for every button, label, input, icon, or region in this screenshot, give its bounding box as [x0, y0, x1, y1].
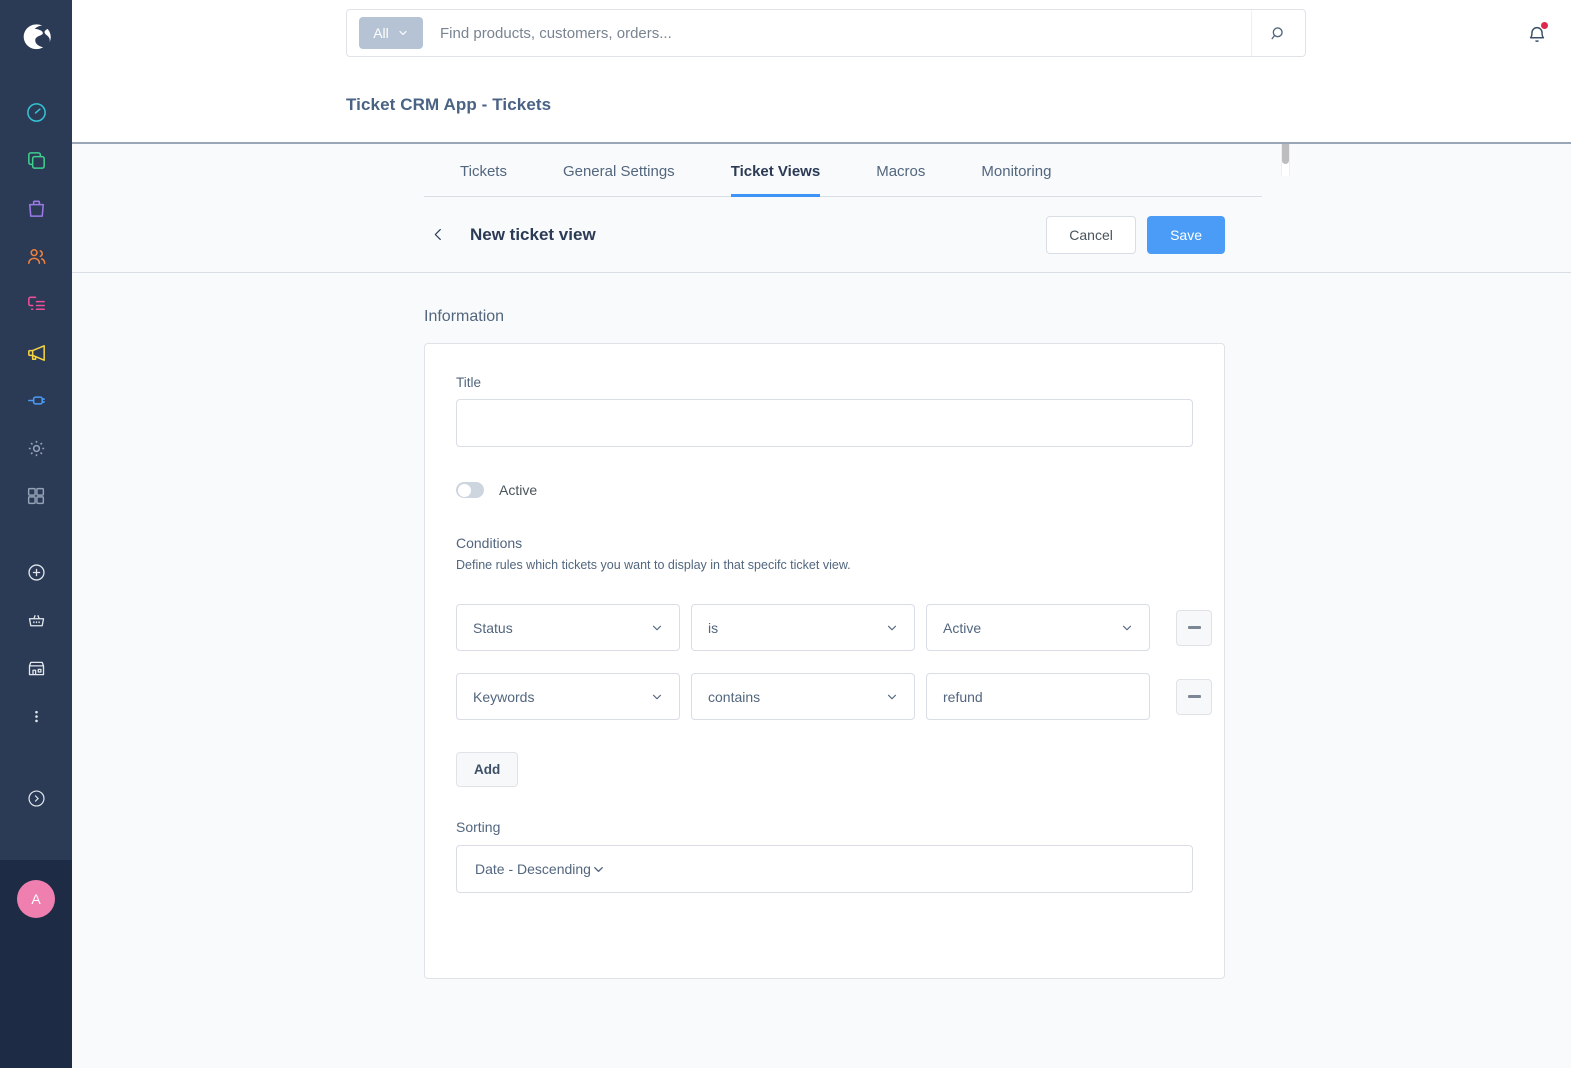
condition-operator-select[interactable]: is	[691, 604, 915, 651]
condition-row: Status is Active	[456, 604, 1212, 651]
page-title-bar: Ticket CRM App - Tickets	[72, 67, 1571, 144]
search-scope-label: All	[373, 25, 389, 41]
shopware-logo[interactable]	[0, 0, 72, 70]
notifications-button[interactable]	[1520, 18, 1554, 52]
tab-general-settings[interactable]: General Settings	[563, 163, 675, 197]
sorting-value: Date - Descending	[475, 861, 591, 877]
content-scroll-area: Tickets General Settings Ticket Views Ma…	[72, 144, 1571, 1068]
title-input[interactable]	[456, 399, 1193, 447]
search-submit-button[interactable]	[1251, 10, 1305, 56]
chevron-down-icon	[887, 625, 897, 630]
detail-header: New ticket view Cancel Save	[72, 197, 1571, 273]
minus-icon	[1187, 695, 1201, 698]
tab-monitoring[interactable]: Monitoring	[981, 163, 1051, 197]
condition-value-select[interactable]: Active	[926, 604, 1150, 651]
conditions-label: Conditions	[456, 535, 523, 551]
back-button[interactable]	[424, 221, 452, 249]
condition-field-select[interactable]: Keywords	[456, 673, 680, 720]
search-input[interactable]	[440, 24, 1251, 42]
chevron-left-icon	[434, 228, 441, 241]
remove-condition-button[interactable]	[1176, 678, 1212, 715]
chevron-down-icon	[399, 30, 407, 36]
sidebar-item-orders[interactable]	[0, 184, 72, 232]
search-scope-dropdown[interactable]: All	[359, 17, 423, 49]
avatar[interactable]: A	[17, 880, 55, 918]
condition-row: Keywords contains	[456, 673, 1212, 720]
active-toggle[interactable]	[456, 482, 484, 498]
notification-badge	[1540, 21, 1549, 30]
minus-icon	[1187, 626, 1201, 629]
save-button[interactable]: Save	[1147, 215, 1225, 254]
sidebar-primary-nav	[0, 88, 72, 520]
tab-ticket-views[interactable]: Ticket Views	[730, 163, 821, 197]
application-window: A All Find products, customers, orders..…	[0, 0, 1571, 1068]
add-icon[interactable]	[0, 548, 72, 596]
sidebar-item-extensions[interactable]	[0, 376, 72, 424]
conditions-header: Conditions Define rules which tickets yo…	[456, 535, 1193, 572]
condition-field-value: Keywords	[473, 688, 535, 705]
conditions-description: Define rules which tickets you want to d…	[456, 558, 851, 572]
search-icon	[1271, 26, 1283, 39]
detail-title: New ticket view	[470, 224, 596, 244]
vertical-scrollbar[interactable]	[1281, 144, 1290, 176]
main-sidebar: A	[0, 0, 72, 1068]
sidebar-item-catalogues[interactable]	[0, 136, 72, 184]
basket-icon[interactable]	[0, 596, 72, 644]
sidebar-item-customers[interactable]	[0, 232, 72, 280]
chevron-down-icon	[1122, 625, 1132, 630]
chevron-down-icon	[652, 694, 662, 699]
storefront-icon[interactable]	[0, 644, 72, 692]
cancel-button[interactable]: Cancel	[1046, 215, 1137, 254]
chevron-down-icon	[652, 625, 662, 630]
sorting-select[interactable]: Date - Descending	[456, 845, 1193, 893]
condition-value: Active	[943, 619, 982, 636]
add-condition-button[interactable]: Add	[456, 752, 519, 787]
tab-macros[interactable]: Macros	[876, 163, 925, 197]
sidebar-item-content[interactable]	[0, 280, 72, 328]
information-section-label: Information	[424, 308, 505, 325]
tab-tickets[interactable]: Tickets	[460, 163, 507, 197]
sorting-label: Sorting	[456, 819, 501, 835]
sidebar-utility-nav	[0, 548, 72, 822]
information-card: Title Active Conditions Define rules whi…	[424, 343, 1225, 979]
more-options-icon[interactable]	[0, 692, 72, 740]
active-toggle-label: Active	[499, 482, 538, 498]
condition-value-input[interactable]	[926, 673, 1150, 720]
chevron-down-icon	[594, 866, 603, 872]
page-title: Ticket CRM App - Tickets	[346, 94, 552, 114]
sidebar-item-settings[interactable]	[0, 424, 72, 472]
main-region: All Ticket CRM App - Ticke	[72, 0, 1571, 1068]
tab-bar: Tickets General Settings Ticket Views Ma…	[424, 144, 1290, 197]
condition-operator-select[interactable]: contains	[691, 673, 915, 720]
global-search: All	[346, 9, 1306, 57]
condition-operator-value: is	[708, 619, 719, 636]
condition-field-value: Status	[473, 619, 513, 636]
sidebar-item-marketing[interactable]	[0, 328, 72, 376]
detail-actions: Cancel Save	[1046, 215, 1225, 254]
chevron-down-icon	[887, 694, 897, 699]
condition-operator-value: contains	[708, 688, 761, 705]
condition-field-select[interactable]: Status	[456, 604, 680, 651]
global-topbar: All	[72, 0, 1571, 67]
active-toggle-row: Active	[456, 482, 1193, 498]
remove-condition-button[interactable]	[1176, 609, 1212, 646]
sidebar-item-dashboard[interactable]	[0, 88, 72, 136]
avatar-initial: A	[31, 891, 41, 907]
sidebar-item-apps[interactable]	[0, 472, 72, 520]
expand-sidebar-icon[interactable]	[0, 774, 72, 822]
title-field-label: Title	[456, 375, 482, 390]
user-account-area: A	[0, 860, 72, 1068]
form-area: Information Title Active Conditions Defi…	[72, 308, 1571, 979]
